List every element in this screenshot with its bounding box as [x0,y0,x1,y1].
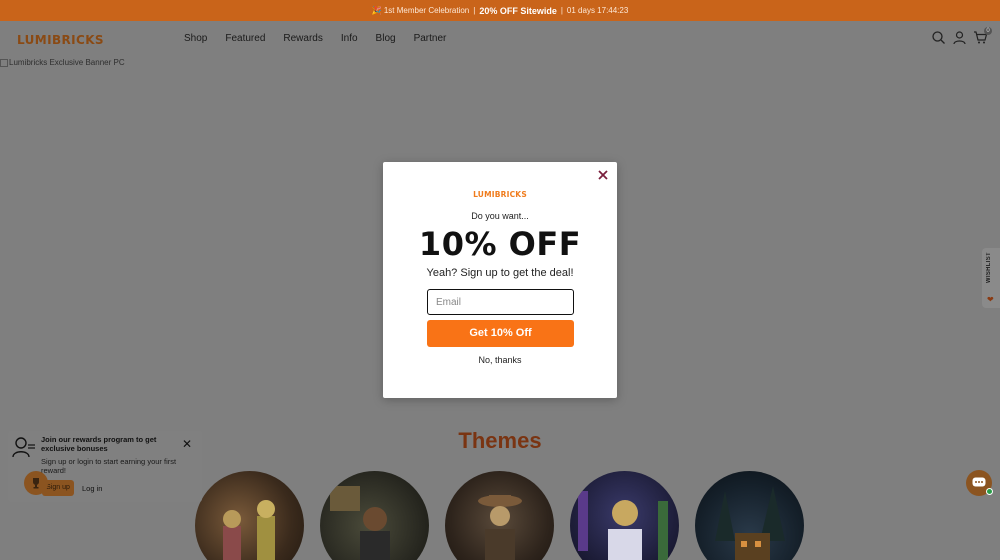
banner-image: Lumibricks Exclusive Banner PC [0,58,125,67]
heart-icon: ❤ [987,295,994,304]
theme-circle-image[interactable] [195,471,304,560]
cart-icon[interactable]: 0 [973,27,992,45]
site-logo[interactable]: LUMIBRICKS [17,33,104,47]
nav-partner[interactable]: Partner [414,33,447,44]
email-field[interactable] [427,289,574,315]
close-icon[interactable]: ✕ [182,438,192,450]
rewards-login-link[interactable]: Log in [82,484,102,493]
nav-rewards[interactable]: Rewards [283,33,322,44]
discount-modal: LUMIBRICKS Do you want... 10% OFF Yeah? … [383,162,617,398]
announcement-deal: 20% OFF Sitewide [479,5,557,16]
user-add-icon [12,436,36,458]
nav-blog[interactable]: Blog [376,33,396,44]
theme-circle-image[interactable] [695,471,804,560]
decline-link[interactable]: No, thanks [383,355,617,365]
account-icon[interactable] [952,30,967,45]
nav-info[interactable]: Info [341,33,358,44]
site-header: LUMIBRICKS Shop Featured Rewards Info Bl… [0,21,1000,58]
modal-headline: 10% OFF [418,225,582,263]
rewards-title: Join our rewards program to get exclusiv… [41,435,157,453]
header-icons: 0 [931,27,992,45]
chat-icon [972,477,986,487]
banner-alt-text: Lumibricks Exclusive Banner PC [9,58,125,67]
trophy-icon[interactable] [24,471,48,495]
wishlist-label: WISHLIST [986,252,992,284]
modal-subtext: Yeah? Sign up to get the deal! [426,267,574,279]
announcement-text: 🎉 1st Member Celebration [371,6,470,15]
main-nav: Shop Featured Rewards Info Blog Partner [184,33,464,44]
online-status-dot [986,488,993,495]
nav-shop[interactable]: Shop [184,33,207,44]
rewards-body: Sign up or login to start earning your f… [41,457,177,475]
themes-carousel [195,471,804,560]
nav-featured[interactable]: Featured [225,33,265,44]
countdown-timer: 01 days 17:44:23 [566,6,629,15]
broken-image-icon [0,58,8,67]
theme-circle-image[interactable] [320,471,429,560]
wishlist-tab[interactable]: WISHLIST ❤ [982,248,1000,308]
announcement-bar: 🎉 1st Member Celebration | 20% OFF Sitew… [0,0,1000,21]
modal-logo: LUMIBRICKS [473,190,527,199]
announcement-separator: | [560,6,563,15]
cart-count-badge: 0 [984,27,992,35]
close-icon[interactable] [596,168,610,182]
theme-circle-image[interactable] [570,471,679,560]
search-icon[interactable] [931,30,946,45]
get-discount-button[interactable]: Get 10% Off [427,320,574,347]
theme-circle-image[interactable] [445,471,554,560]
modal-eyebrow: Do you want... [471,211,529,221]
announcement-separator: | [473,6,476,15]
